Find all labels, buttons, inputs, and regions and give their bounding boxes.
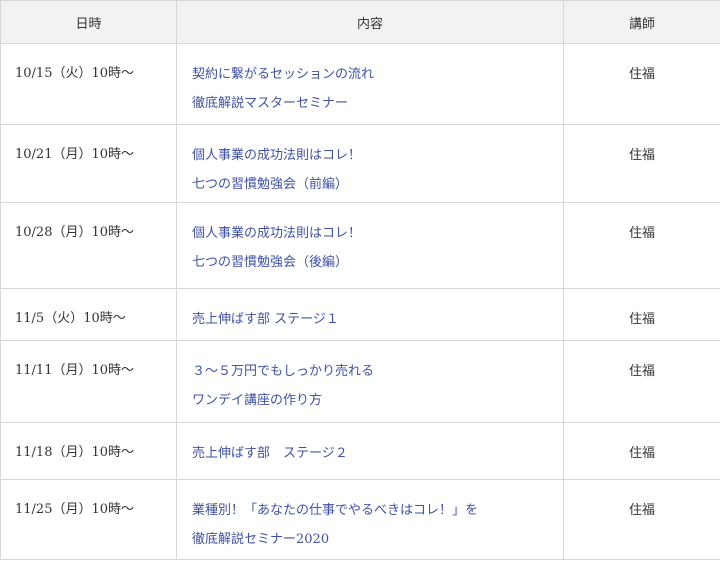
table-row: 10/21（月）10時〜 個人事業の成功法則はコレ！ 七つの習慣勉強会（前編） …: [0, 124, 720, 203]
row-teacher: 住福: [563, 340, 720, 423]
row-content: 個人事業の成功法則はコレ！ 七つの習慣勉強会（前編）: [176, 124, 564, 203]
table-row: 11/25（月）10時〜 業種別！「あなたの仕事でやるべきはコレ！」を 徹底解説…: [0, 479, 720, 560]
content-line-1[interactable]: 業種別！「あなたの仕事でやるべきはコレ！」を: [192, 496, 563, 525]
row-teacher: 住福: [563, 479, 720, 560]
header-teacher: 講師: [563, 0, 720, 44]
row-content: ３〜５万円でもしっかり売れる ワンデイ講座の作り方: [176, 340, 564, 423]
content-line-1[interactable]: ３〜５万円でもしっかり売れる: [192, 357, 563, 386]
table-row: 10/28（月）10時〜 個人事業の成功法則はコレ！ 七つの習慣勉強会（後編） …: [0, 202, 720, 289]
content-line-2[interactable]: 七つの習慣勉強会（後編）: [192, 248, 563, 277]
content-line-1[interactable]: 売上伸ばす部 ステージ２: [192, 439, 563, 468]
row-date: 10/15（火）10時〜: [0, 43, 177, 125]
content-line-1[interactable]: 個人事業の成功法則はコレ！: [192, 141, 563, 170]
row-content: 売上伸ばす部 ステージ１: [176, 288, 564, 341]
table-header-row: 日時 内容 講師: [0, 0, 720, 44]
table-row: 11/18（月）10時〜 売上伸ばす部 ステージ２ 住福: [0, 422, 720, 480]
table-row: 11/11（月）10時〜 ３〜５万円でもしっかり売れる ワンデイ講座の作り方 住…: [0, 340, 720, 423]
row-teacher: 住福: [563, 202, 720, 289]
row-date: 11/18（月）10時〜: [0, 422, 177, 480]
row-teacher: 住福: [563, 422, 720, 480]
header-content: 内容: [176, 0, 564, 44]
table-row: 10/15（火）10時〜 契約に繋がるセッションの流れ 徹底解説マスターセミナー…: [0, 43, 720, 125]
content-line-1[interactable]: 売上伸ばす部 ステージ１: [192, 305, 563, 334]
table-row: 11/5（火）10時〜 売上伸ばす部 ステージ１ 住福: [0, 288, 720, 341]
row-content: 業種別！「あなたの仕事でやるべきはコレ！」を 徹底解説セミナー2020: [176, 479, 564, 560]
content-line-1[interactable]: 契約に繋がるセッションの流れ: [192, 60, 563, 89]
content-line-2[interactable]: 徹底解説マスターセミナー: [192, 89, 563, 118]
row-date: 10/21（月）10時〜: [0, 124, 177, 203]
row-content: 個人事業の成功法則はコレ！ 七つの習慣勉強会（後編）: [176, 202, 564, 289]
seminar-schedule-table: 日時 内容 講師 10/15（火）10時〜 契約に繋がるセッションの流れ 徹底解…: [0, 0, 720, 560]
row-content: 売上伸ばす部 ステージ２: [176, 422, 564, 480]
content-line-2[interactable]: 徹底解説セミナー2020: [192, 525, 563, 554]
row-teacher: 住福: [563, 288, 720, 341]
header-date: 日時: [0, 0, 177, 44]
row-date: 11/25（月）10時〜: [0, 479, 177, 560]
content-line-1[interactable]: 個人事業の成功法則はコレ！: [192, 219, 563, 248]
row-date: 11/5（火）10時〜: [0, 288, 177, 341]
row-teacher: 住福: [563, 124, 720, 203]
row-date: 10/28（月）10時〜: [0, 202, 177, 289]
content-line-2[interactable]: ワンデイ講座の作り方: [192, 386, 563, 415]
row-date: 11/11（月）10時〜: [0, 340, 177, 423]
row-teacher: 住福: [563, 43, 720, 125]
row-content: 契約に繋がるセッションの流れ 徹底解説マスターセミナー: [176, 43, 564, 125]
content-line-2[interactable]: 七つの習慣勉強会（前編）: [192, 170, 563, 199]
